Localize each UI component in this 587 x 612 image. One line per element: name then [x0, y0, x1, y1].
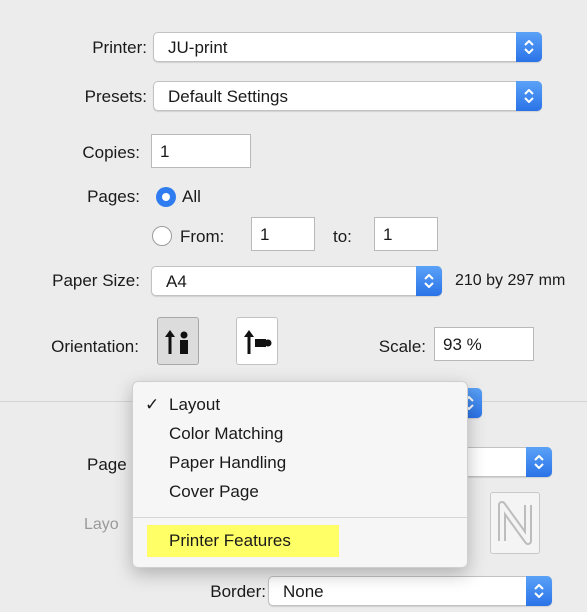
menu-separator — [133, 517, 467, 518]
border-stepper-icon — [526, 576, 552, 606]
scale-label: Scale: — [378, 337, 426, 356]
paper-size-stepper-icon — [416, 266, 442, 296]
pages-from-value: 1 — [260, 225, 270, 244]
pages-from-field[interactable]: 1 — [251, 217, 315, 251]
copies-field[interactable]: 1 — [151, 134, 251, 168]
pages-all-radio[interactable] — [156, 187, 176, 207]
orientation-landscape-button[interactable] — [236, 317, 278, 365]
pages-label: Pages: — [87, 187, 140, 206]
printer-label: Printer: — [92, 38, 147, 57]
presets-popup[interactable]: Default Settings — [153, 81, 542, 111]
copies-value: 1 — [160, 142, 170, 161]
pages-all-label: All — [182, 187, 201, 206]
menu-item-printer-features[interactable]: Printer Features — [169, 531, 291, 551]
layout-direction-label: Layo — [84, 516, 119, 533]
menu-item-layout[interactable]: Layout — [169, 395, 220, 415]
border-value: None — [283, 582, 324, 601]
presets-stepper-icon — [516, 81, 542, 111]
menu-item-color-matching[interactable]: Color Matching — [169, 424, 283, 444]
orientation-portrait-button[interactable] — [157, 317, 199, 365]
checkmark-icon: ✓ — [145, 395, 160, 414]
pages-per-sheet-label: Page — [87, 455, 127, 474]
paper-size-label: Paper Size: — [52, 271, 140, 290]
presets-value: Default Settings — [168, 87, 289, 106]
orientation-label: Orientation: — [51, 337, 139, 356]
pages-from-radio[interactable] — [152, 226, 172, 246]
landscape-icon — [244, 330, 272, 354]
scale-value: 93 % — [443, 335, 482, 354]
paper-size-dimensions: 210 by 297 mm — [455, 272, 566, 289]
portrait-icon — [165, 330, 188, 354]
printer-popup[interactable]: JU-print — [153, 32, 542, 62]
section-dropdown-menu: ✓ Layout Color Matching Paper Handling C… — [132, 381, 468, 568]
paper-size-popup[interactable]: A4 — [151, 266, 442, 296]
menu-item-paper-handling[interactable]: Paper Handling — [169, 453, 286, 473]
border-popup[interactable]: None — [268, 576, 552, 606]
pages-from-label: From: — [180, 227, 225, 246]
paper-size-value: A4 — [166, 272, 187, 291]
border-label: Border: — [210, 582, 266, 601]
menu-item-cover-page[interactable]: Cover Page — [169, 482, 259, 502]
pages-to-value: 1 — [383, 225, 393, 244]
pages-to-field[interactable]: 1 — [374, 217, 438, 251]
scale-field[interactable]: 93 % — [434, 327, 534, 361]
printer-value: JU-print — [168, 38, 228, 57]
presets-label: Presets: — [84, 87, 147, 106]
layout-n-direction-icon[interactable] — [490, 492, 540, 554]
copies-label: Copies: — [82, 143, 140, 162]
printer-stepper-icon — [516, 32, 542, 62]
pages-to-label: to: — [333, 227, 352, 246]
pages-per-sheet-stepper-icon — [526, 447, 552, 477]
